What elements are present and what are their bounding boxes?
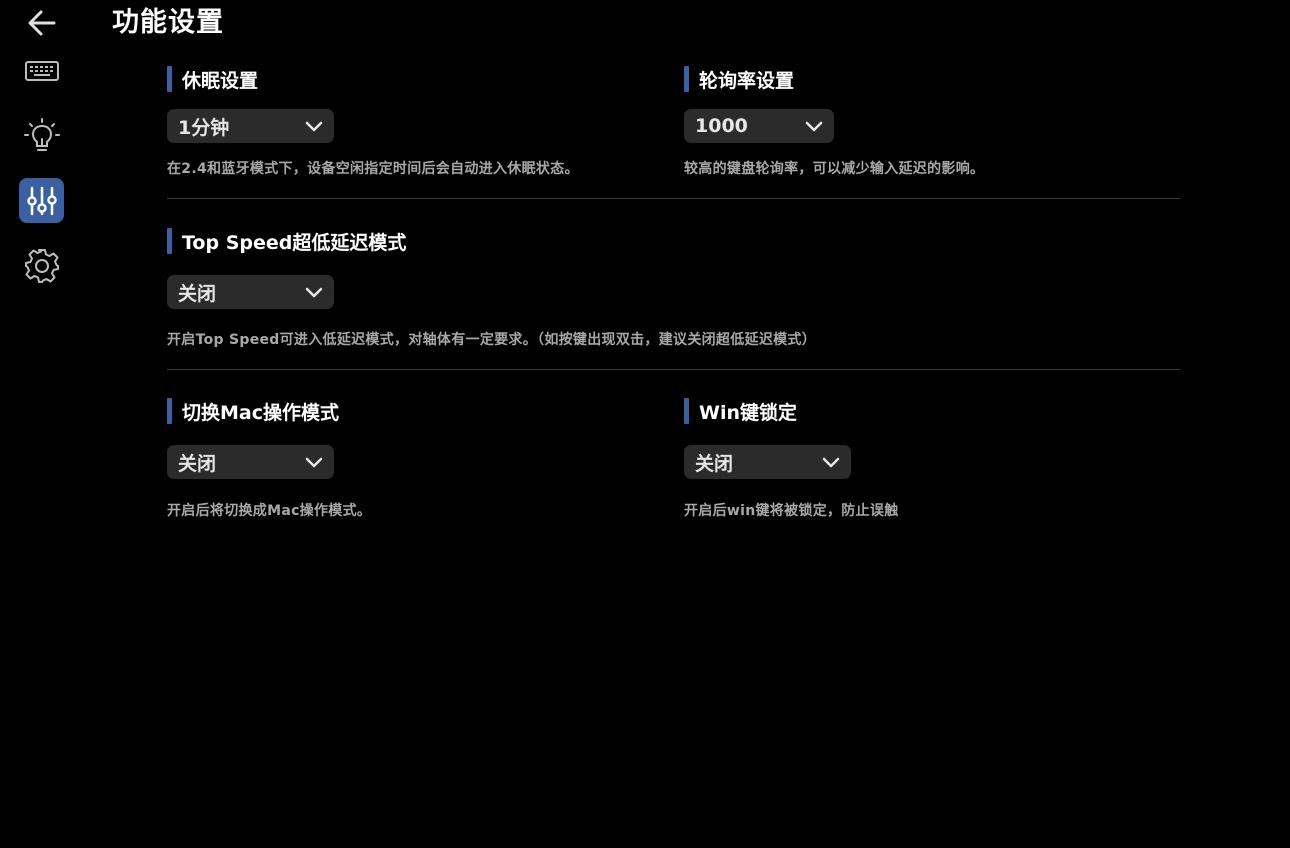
mac-mode-dropdown[interactable]: 关闭 (167, 445, 334, 479)
win-lock-dropdown-value: 关闭 (695, 452, 734, 475)
polling-rate-section: 轮询率设置 (684, 65, 794, 93)
polling-rate-dropdown-value: 1000 (695, 115, 748, 137)
page-title: 功能设置 (112, 7, 224, 38)
app-window: 功能设置 休眠设置 1分钟 在2.4和蓝牙模式下，设备空闲指定时间后会自动进入休… (0, 0, 1290, 848)
section-accent-bar (167, 66, 172, 92)
polling-rate-description: 较高的键盘轮询率，可以减少输入延迟的影响。 (684, 161, 985, 177)
sleep-setting-header: 休眠设置 (167, 65, 258, 93)
section-accent-bar (684, 66, 689, 92)
top-speed-dropdown-value: 关闭 (178, 282, 217, 305)
sleep-description: 在2.4和蓝牙模式下，设备空闲指定时间后会自动进入休眠状态。 (167, 161, 579, 177)
polling-rate-header: 轮询率设置 (684, 65, 794, 93)
sleep-dropdown[interactable]: 1分钟 (167, 109, 334, 143)
top-speed-header: Top Speed超低延迟模式 (167, 227, 406, 255)
sidebar-item-settings[interactable] (19, 243, 64, 288)
chevron-down-icon (804, 119, 824, 133)
section-accent-bar (167, 228, 172, 254)
top-speed-section: Top Speed超低延迟模式 (167, 227, 406, 255)
chevron-down-icon (821, 455, 841, 469)
top-speed-dropdown[interactable]: 关闭 (167, 275, 334, 309)
top-speed-description: 开启Top Speed可进入低延迟模式，对轴体有一定要求。（如按键出现双击，建议… (167, 332, 817, 348)
win-lock-header: Win键锁定 (684, 397, 797, 425)
mac-mode-description: 开启后将切换成Mac操作模式。 (167, 503, 372, 519)
section-accent-bar (167, 398, 172, 424)
sleep-setting-title: 休眠设置 (182, 69, 259, 92)
win-lock-section: Win键锁定 (684, 397, 797, 425)
mac-mode-section: 切换Mac操作模式 (167, 397, 339, 425)
mac-mode-dropdown-value: 关闭 (178, 452, 217, 475)
chevron-down-icon (304, 455, 324, 469)
sidebar-item-lighting[interactable] (19, 113, 64, 158)
win-lock-description: 开启后win键将被锁定，防止误触 (684, 503, 899, 519)
back-button[interactable] (22, 6, 62, 40)
sleep-setting-section: 休眠设置 (167, 65, 258, 93)
sidebar-item-keyboard[interactable] (19, 48, 64, 93)
mac-mode-title: 切换Mac操作模式 (182, 401, 339, 424)
polling-rate-title: 轮询率设置 (699, 69, 795, 92)
top-speed-title: Top Speed超低延迟模式 (182, 231, 407, 254)
win-lock-title: Win键锁定 (699, 401, 797, 424)
arrow-left-icon (28, 10, 56, 36)
polling-rate-dropdown[interactable]: 1000 (684, 109, 834, 143)
sidebar-item-function-settings[interactable] (19, 178, 64, 223)
section-accent-bar (684, 398, 689, 424)
sliders-icon (26, 186, 57, 215)
sleep-dropdown-value: 1分钟 (178, 116, 230, 139)
chevron-down-icon (304, 119, 324, 133)
gear-icon (24, 248, 59, 283)
win-lock-dropdown[interactable]: 关闭 (684, 445, 851, 479)
section-divider (167, 369, 1180, 370)
chevron-down-icon (304, 285, 324, 299)
section-divider (167, 198, 1180, 199)
mac-mode-header: 切换Mac操作模式 (167, 397, 339, 425)
lightbulb-icon (23, 117, 60, 151)
keyboard-icon (24, 60, 59, 81)
